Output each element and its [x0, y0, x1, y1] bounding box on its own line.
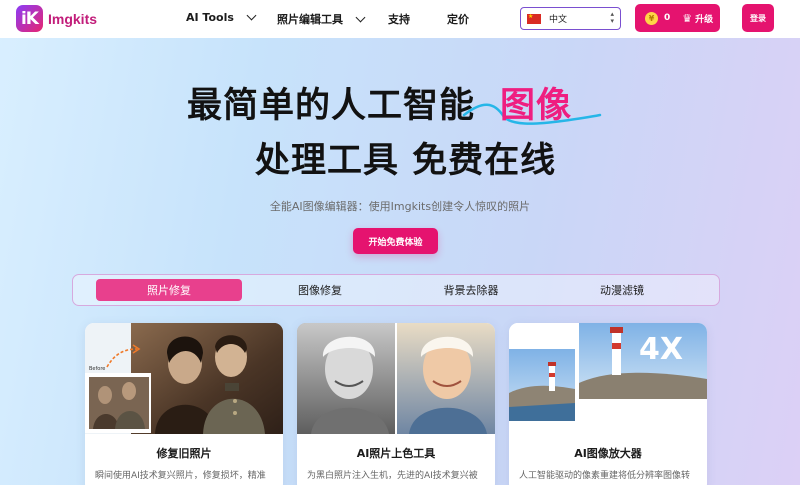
credits-count: 0	[664, 13, 671, 23]
login-button[interactable]: 登录	[742, 4, 774, 32]
nav-photo-tools[interactable]: 照片编辑工具	[277, 11, 366, 27]
card-description: 瞬间使用AI技术复兴照片，修复损坏，精准	[95, 471, 266, 481]
card-description: 为黑白照片注入生机，先进的AI技术复兴被	[307, 471, 478, 481]
chevron-down-icon	[355, 12, 366, 22]
upgrade-label: 升级	[695, 14, 714, 25]
credits-upgrade-button[interactable]: ¥ 0 ♛ 升级	[635, 4, 720, 32]
nav-support[interactable]: 支持	[388, 11, 410, 27]
logo-icon: iK	[16, 5, 43, 32]
nav-pricing[interactable]: 定价	[447, 11, 469, 27]
language-select[interactable]: 中文 ▴▾	[520, 7, 621, 30]
nav-pricing-label: 定价	[447, 13, 469, 26]
tab-background-remover[interactable]: 背景去除器	[400, 279, 542, 301]
card-image-old-photo: Before	[85, 323, 283, 434]
feature-tabs: 照片修复 图像修复 背景去除器 动漫滤镜	[72, 274, 720, 306]
card-restore-old-photo[interactable]: Before 修复旧照片 瞬间使用AI技术复兴照片，修复损坏，精准	[85, 323, 283, 485]
brand-name: Imgkits	[48, 10, 98, 27]
card-image-upscaler: 4X	[509, 323, 707, 434]
coin-icon: ¥	[645, 11, 658, 25]
upscale-badge: 4X	[639, 332, 683, 367]
brand-logo[interactable]: iK Imgkits	[16, 5, 97, 32]
select-arrows-icon: ▴ ▾	[610, 10, 614, 25]
hero-heading-line1: 最简单的人工智能	[187, 86, 476, 126]
china-flag-icon	[527, 13, 541, 24]
chevron-down-icon	[246, 10, 257, 21]
tab-photo-restore[interactable]: 照片修复	[96, 279, 242, 301]
top-navbar: iK Imgkits AI Tools 照片编辑工具 支持 定价 中文 ▴▾ ¥…	[0, 0, 800, 38]
language-selected: 中文	[549, 15, 568, 25]
before-badge: Before	[89, 366, 105, 372]
card-ai-upscaler[interactable]: 4X AI图像放大器 人工智能驱动的像素重建将低分辨率图像转	[509, 323, 707, 485]
card-ai-colorize[interactable]: AI照片上色工具 为黑白照片注入生机，先进的AI技术复兴被	[297, 323, 495, 485]
nav-support-label: 支持	[388, 13, 410, 26]
hero-subtitle: 全能AI图像编辑器：使用Imgkits创建令人惊叹的照片	[269, 200, 531, 213]
nav-ai-tools-label: AI Tools	[186, 11, 234, 24]
tab-image-repair[interactable]: 图像修复	[249, 279, 391, 301]
tab-anime-filter[interactable]: 动漫滤镜	[551, 279, 693, 301]
hero-heading-highlight: 图像	[500, 86, 573, 126]
nav-photo-tools-label: 照片编辑工具	[277, 13, 343, 26]
crown-icon: ♛	[682, 11, 693, 25]
card-description: 人工智能驱动的像素重建将低分辨率图像转	[519, 471, 691, 481]
start-free-button[interactable]: 开始免费体验	[353, 228, 438, 254]
card-title: AI图像放大器	[574, 447, 642, 460]
card-title: 修复旧照片	[156, 447, 212, 460]
nav-ai-tools[interactable]: AI Tools	[186, 10, 257, 24]
card-title: AI照片上色工具	[356, 447, 436, 460]
card-image-colorize	[297, 323, 495, 434]
hero-heading-line2: 处理工具 免费在线	[255, 141, 557, 181]
